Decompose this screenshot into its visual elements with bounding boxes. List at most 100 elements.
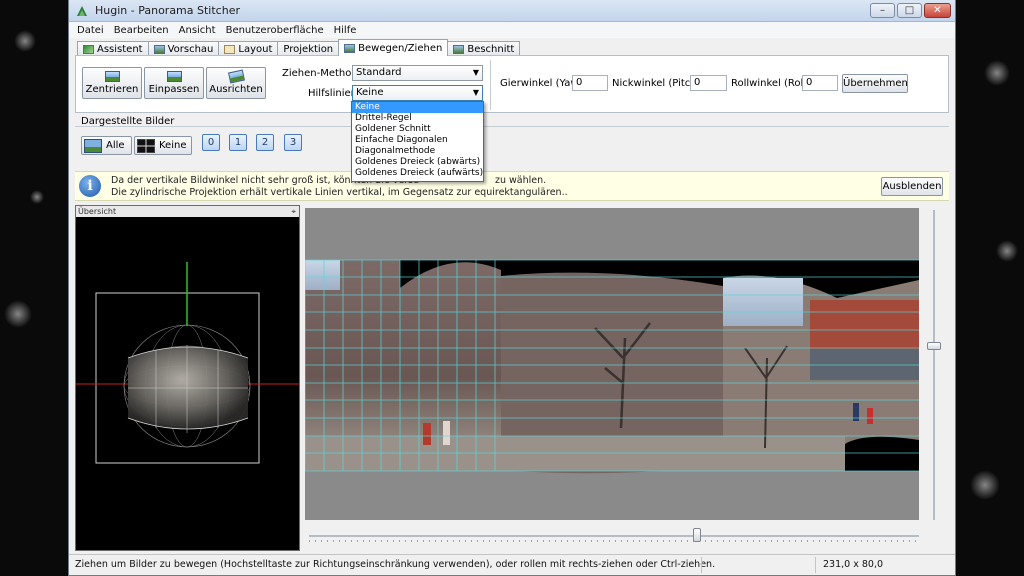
pin-icon[interactable]: ⌖	[291, 206, 296, 217]
vertical-fov-slider[interactable]	[927, 210, 941, 520]
guides-select[interactable]: Keine ▼	[352, 85, 483, 101]
guides-option-goldenes-dreieck-aufwaerts[interactable]: Goldenes Dreieck (aufwärts)	[352, 168, 483, 179]
divider	[75, 126, 949, 127]
background-speck	[984, 60, 1010, 86]
tab-label: Beschnitt	[467, 43, 515, 55]
background-speck	[30, 190, 44, 204]
maximize-button[interactable]: □	[897, 3, 922, 18]
show-all-label: Alle	[106, 140, 125, 151]
roll-label: Rollwinkel (Roll):	[731, 78, 814, 89]
apply-button[interactable]: Übernehmen	[842, 74, 908, 93]
empty-grid-icon	[137, 138, 155, 153]
window-title: Hugin - Panorama Stitcher	[95, 4, 240, 17]
app-window: Hugin - Panorama Stitcher – □ ✕ Datei Be…	[68, 0, 956, 576]
close-button[interactable]: ✕	[924, 3, 951, 18]
tab-layout[interactable]: Layout	[218, 41, 279, 56]
guides-option-goldenes-dreieck-abwaerts[interactable]: Goldenes Dreieck (abwärts)	[352, 157, 483, 168]
fit-label: Einpassen	[148, 84, 200, 95]
tab-label: Assistent	[97, 43, 143, 55]
menu-benutzeroberflaeche[interactable]: Benutzeroberfläche	[226, 25, 324, 36]
straighten-label: Ausrichten	[209, 84, 263, 95]
fit-button[interactable]: Einpassen	[144, 67, 204, 99]
center-button[interactable]: Zentrieren	[82, 67, 142, 99]
straighten-icon	[227, 69, 245, 84]
show-none-label: Keine	[159, 140, 187, 151]
tab-label: Bewegen/Ziehen	[358, 42, 443, 54]
menu-ansicht[interactable]: Ansicht	[179, 25, 216, 36]
layout-icon	[224, 44, 236, 54]
guides-dropdown-list[interactable]: Keine Drittel-Regel Goldener Schnitt Ein…	[351, 101, 484, 182]
image-group-icon	[84, 138, 102, 153]
overview-title-bar: Übersicht ⌖	[76, 206, 299, 217]
horizontal-fov-slider[interactable]	[309, 528, 919, 544]
status-message: Ziehen um Bilder zu bewegen (Hochstellta…	[75, 559, 716, 570]
guides-option-diagonalmethode[interactable]: Diagonalmethode	[352, 146, 483, 157]
straighten-button[interactable]: Ausrichten	[206, 67, 266, 99]
menu-bar: Datei Bearbeiten Ansicht Benutzeroberflä…	[69, 22, 955, 38]
show-no-images-button[interactable]: Keine	[134, 136, 192, 155]
background-speck	[970, 470, 1000, 500]
guides-option-drittel-regel[interactable]: Drittel-Regel	[352, 113, 483, 124]
overview-title: Übersicht	[78, 207, 117, 216]
menu-hilfe[interactable]: Hilfe	[334, 25, 357, 36]
guides-option-keine[interactable]: Keine	[352, 102, 483, 113]
center-label: Zentrieren	[85, 84, 139, 95]
panorama-preview[interactable]	[304, 208, 919, 520]
tab-label: Vorschau	[167, 43, 214, 55]
move-icon	[344, 43, 356, 53]
image-toggle-2[interactable]: 2	[256, 134, 274, 151]
tab-projektion[interactable]: Projektion	[277, 41, 340, 56]
tab-bar: Assistent Vorschau Layout Projektion Bew…	[77, 39, 521, 56]
tab-assistent[interactable]: Assistent	[77, 41, 149, 56]
move-drag-panel: Zentrieren Einpassen Ausrichten Ziehen-M…	[75, 55, 949, 113]
tab-label: Layout	[238, 43, 273, 55]
slider-track	[933, 210, 935, 520]
divider	[701, 557, 702, 573]
center-icon	[104, 71, 120, 82]
info-bar: i Da der vertikale Bildwinkel nicht sehr…	[75, 171, 949, 201]
tab-label: Projektion	[283, 43, 334, 55]
menu-bearbeiten[interactable]: Bearbeiten	[114, 25, 169, 36]
pitch-input[interactable]: 0	[690, 75, 727, 91]
show-all-images-button[interactable]: Alle	[81, 136, 132, 155]
hugin-logo-icon	[77, 5, 87, 16]
title-bar: Hugin - Panorama Stitcher – □ ✕	[69, 0, 955, 22]
tab-beschnitt[interactable]: Beschnitt	[447, 41, 521, 56]
image-toggle-0[interactable]: 0	[202, 134, 220, 151]
guides-option-goldener-schnitt[interactable]: Goldener Schnitt	[352, 124, 483, 135]
fit-icon	[166, 71, 182, 82]
tab-vorschau[interactable]: Vorschau	[147, 41, 220, 56]
divider	[815, 557, 816, 573]
info-message-line2: Die zylindrische Projektion erhält verti…	[111, 187, 568, 198]
overview-panel: Übersicht ⌖	[75, 205, 300, 551]
slider-ticks	[309, 540, 919, 542]
drag-method-select[interactable]: Standard ▼	[352, 65, 483, 81]
menu-datei[interactable]: Datei	[77, 25, 104, 36]
image-toggle-3[interactable]: 3	[284, 134, 302, 151]
overview-sphere-view[interactable]	[76, 218, 299, 551]
guides-option-einfache-diagonalen[interactable]: Einfache Diagonalen	[352, 135, 483, 146]
yaw-input[interactable]: 0	[572, 75, 608, 91]
background-speck	[996, 240, 1018, 262]
status-coordinates: 231,0 x 80,0	[823, 559, 884, 570]
slider-thumb[interactable]	[693, 528, 701, 542]
background-speck	[14, 30, 36, 52]
image-toggle-1[interactable]: 1	[229, 134, 247, 151]
status-bar: Ziehen um Bilder zu bewegen (Hochstellta…	[69, 554, 955, 575]
panorama-canvas[interactable]	[304, 208, 919, 520]
window-controls: – □ ✕	[870, 3, 951, 18]
wizard-icon	[83, 44, 94, 54]
chevron-down-icon: ▼	[472, 68, 479, 77]
preview-icon	[153, 44, 165, 54]
info-message-line1-end: zu wählen.	[495, 175, 547, 186]
slider-thumb[interactable]	[927, 342, 941, 350]
roll-input[interactable]: 0	[802, 75, 838, 91]
guides-value: Keine	[356, 87, 384, 98]
minimize-button[interactable]: –	[870, 3, 895, 18]
slider-track	[309, 535, 919, 537]
divider	[490, 60, 491, 110]
tab-bewegen-ziehen[interactable]: Bewegen/Ziehen	[338, 39, 449, 56]
crop-icon	[453, 44, 465, 54]
drag-method-value: Standard	[356, 67, 402, 78]
hide-info-button[interactable]: Ausblenden	[881, 177, 943, 196]
